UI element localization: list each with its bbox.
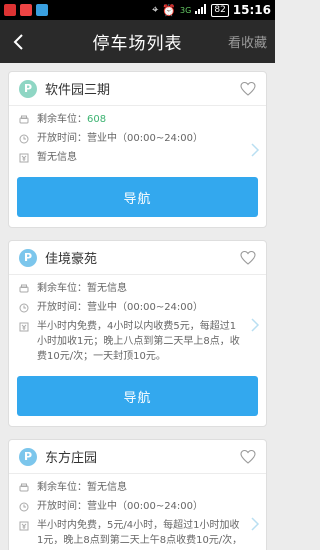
battery-level: 82: [211, 3, 229, 17]
clock-icon: [19, 134, 29, 144]
message-icon: [4, 4, 16, 16]
hours-value: 营业中（00:00~24:00）: [87, 133, 204, 144]
status-bar: ⌖ ⏰ 3G 82 15:16: [0, 0, 275, 20]
heart-icon[interactable]: [240, 250, 256, 266]
parking-card[interactable]: P 佳境豪苑 剩余车位：暂无信息 开放时间：营业中（00:00~24:00） 半…: [8, 240, 267, 427]
clock-icon: [19, 502, 29, 512]
spaces-row: 剩余车位：暂无信息: [19, 279, 244, 298]
spaces-label: 剩余车位：: [37, 283, 87, 294]
navigate-button[interactable]: 导航: [17, 376, 258, 416]
spaces-row: 剩余车位：608: [19, 110, 244, 129]
price-icon: [19, 322, 29, 332]
parking-card[interactable]: P 东方庄园 剩余车位：暂无信息 开放时间：营业中（00:00~24:00） 半…: [8, 439, 267, 550]
location-icon: ⌖: [152, 3, 159, 16]
fee-row: 半小时内免费，5元/4小时，每超过1小时加收1元，晚上8点到第二天上午8点收费1…: [19, 516, 244, 550]
card-header: P 东方庄园: [9, 440, 266, 474]
heart-icon[interactable]: [240, 81, 256, 97]
view-favorites-button[interactable]: 看收藏: [228, 32, 267, 51]
parking-icon: P: [19, 447, 37, 466]
parking-name: 佳境豪苑: [45, 252, 98, 267]
spaces-value: 暂无信息: [87, 283, 127, 294]
clock: 15:16: [232, 3, 271, 17]
heart-icon[interactable]: [240, 449, 256, 465]
navigate-button[interactable]: 导航: [17, 177, 258, 217]
hours-label: 开放时间：: [37, 133, 87, 144]
hours-label: 开放时间：: [37, 501, 87, 512]
download-icon: [36, 4, 48, 16]
card-header: P 佳境豪苑: [9, 241, 266, 275]
top-bar: 停车场列表 看收藏: [0, 20, 275, 63]
hours-row: 开放时间：营业中（00:00~24:00）: [19, 298, 244, 317]
app-icon: [20, 4, 32, 16]
fee-value: 半小时内免费，5元/4小时，每超过1小时加收1元，晚上8点到第二天上午8点收费1…: [37, 520, 243, 546]
network-type: 3G: [180, 5, 192, 15]
notification-icons: [4, 4, 48, 16]
spaces-label: 剩余车位：: [37, 482, 87, 493]
car-icon: [19, 284, 29, 293]
fee-value: 半小时内免费，4小时以内收费5元，每超过1小时加收1元；晚上八点到第二天早上8点…: [37, 321, 240, 362]
hours-value: 营业中（00:00~24:00）: [87, 302, 204, 313]
spaces-value: 暂无信息: [87, 482, 127, 493]
parking-lot-list: P 软件园三期 剩余车位：608 开放时间：营业中（00:00~24:00） 暂…: [0, 63, 275, 550]
signal-icon: [195, 3, 207, 17]
parking-icon: P: [19, 79, 37, 98]
price-icon: [19, 153, 29, 163]
car-icon: [19, 483, 29, 492]
alarm-icon: ⏰: [162, 3, 177, 17]
car-icon: [19, 115, 29, 124]
parking-icon: P: [19, 248, 37, 267]
fee-value: 暂无信息: [37, 152, 77, 163]
parking-name: 软件园三期: [45, 83, 111, 98]
spaces-value: 608: [87, 114, 107, 125]
chevron-left-icon: [13, 33, 23, 50]
back-button[interactable]: [0, 20, 36, 63]
hours-row: 开放时间：营业中（00:00~24:00）: [19, 129, 244, 148]
chevron-right-icon[interactable]: [250, 142, 260, 158]
parking-card[interactable]: P 软件园三期 剩余车位：608 开放时间：营业中（00:00~24:00） 暂…: [8, 71, 267, 228]
price-icon: [19, 521, 29, 531]
spaces-row: 剩余车位：暂无信息: [19, 478, 244, 497]
fee-row: 暂无信息: [19, 148, 244, 167]
hours-value: 营业中（00:00~24:00）: [87, 501, 204, 512]
chevron-right-icon[interactable]: [250, 516, 260, 532]
spaces-label: 剩余车位：: [37, 114, 87, 125]
hours-label: 开放时间：: [37, 302, 87, 313]
hours-row: 开放时间：营业中（00:00~24:00）: [19, 497, 244, 516]
card-header: P 软件园三期: [9, 72, 266, 106]
chevron-right-icon[interactable]: [250, 317, 260, 333]
fee-row: 半小时内免费，4小时以内收费5元，每超过1小时加收1元；晚上八点到第二天早上8点…: [19, 317, 244, 366]
clock-icon: [19, 303, 29, 313]
parking-name: 东方庄园: [45, 451, 98, 466]
